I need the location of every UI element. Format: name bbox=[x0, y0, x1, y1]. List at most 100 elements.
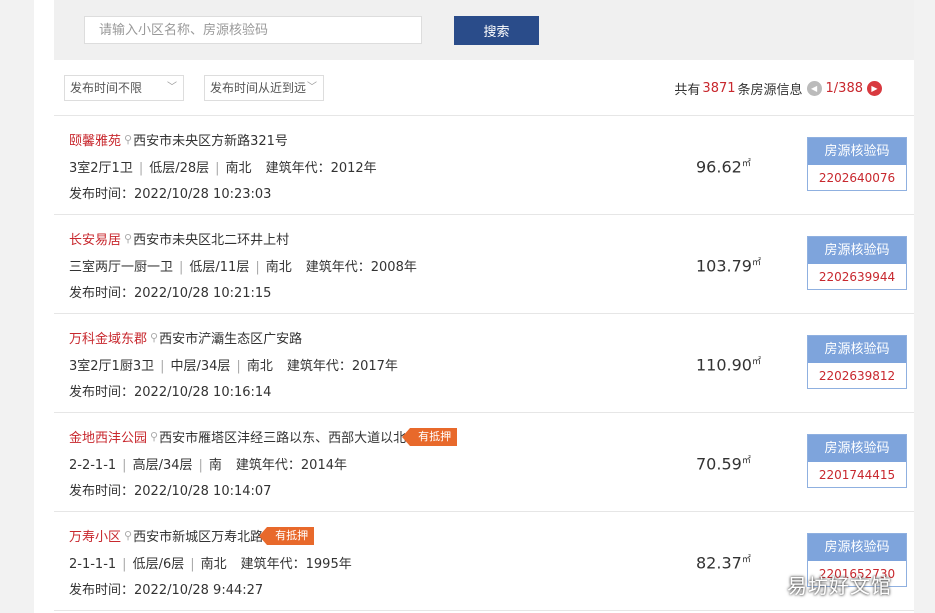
floor-level: 低层/11层 bbox=[189, 260, 250, 275]
divider: | bbox=[122, 458, 127, 473]
listing-row[interactable]: 万科金域东郡 ⚲ 西安市浐灞生态区广安路 3室2厅1厨3卫 | 中层/34层 | 南北 建筑年代… bbox=[54, 314, 914, 413]
listing-area: 110.90㎡ bbox=[696, 354, 761, 374]
chevron-down-icon: ﹀ bbox=[307, 82, 317, 93]
divider: | bbox=[138, 161, 144, 176]
listing-row[interactable]: 长安易居 ⚲ 西安市未央区北二环井上村 三室两厅一厨一卫 | 低层/11层 | 南北 建筑年代：… bbox=[54, 215, 914, 314]
listing-info: 3室2厅1厨3卫 | 中层/34层 | 南北 建筑年代：2017年 bbox=[69, 355, 398, 374]
summary-suffix: 条房源信息 bbox=[737, 83, 803, 98]
verify-code-box[interactable]: 房源核验码 2202640076 bbox=[807, 137, 907, 191]
floor-level: 高层/34层 bbox=[132, 458, 193, 473]
area-value: 82.37 bbox=[696, 553, 742, 573]
area-value: 103.79 bbox=[696, 256, 752, 276]
room-layout: 3室2厅1厨3卫 bbox=[69, 359, 155, 374]
listing-title: 颐馨雅苑 ⚲ 西安市未央区方新路321号 bbox=[69, 130, 288, 149]
listing-address: 西安市未央区方新路321号 bbox=[133, 134, 288, 149]
prev-page-icon[interactable]: ◀ bbox=[806, 81, 822, 96]
build-year: 建筑年代：2014年 bbox=[235, 458, 347, 473]
page: 搜索 发布时间不限 ﹀ 发布时间从近到远 ﹀ 共有 3871 条房源信息 ◀ 1… bbox=[34, 0, 914, 613]
time-filter-label: 发布时间不限 bbox=[70, 81, 143, 95]
area-unit: ㎡ bbox=[741, 555, 751, 565]
community-name-link[interactable]: 长安易居 bbox=[69, 229, 121, 248]
mortgage-tag: 有抵押 bbox=[259, 526, 315, 545]
listing-title: 金地西沣公园 ⚲ 西安市雁塔区沣经三路以东、西部大道以北 有抵押 bbox=[69, 427, 458, 446]
community-name-link[interactable]: 万科金域东郡 bbox=[69, 328, 147, 347]
result-summary: 共有 3871 条房源信息 ◀ 1/388 ▶ bbox=[674, 79, 886, 98]
room-layout: 2-1-1-1 bbox=[69, 557, 117, 572]
orientation: 南北 bbox=[200, 557, 227, 572]
area-value: 110.90 bbox=[696, 355, 752, 375]
divider: | bbox=[236, 359, 241, 374]
next-page-icon[interactable]: ▶ bbox=[867, 81, 882, 96]
search-input[interactable] bbox=[84, 16, 422, 44]
filter-bar: 发布时间不限 ﹀ 发布时间从近到远 ﹀ 共有 3871 条房源信息 ◀ 1/38… bbox=[54, 61, 914, 116]
search-button[interactable]: 搜索 bbox=[454, 16, 539, 45]
chevron-down-icon: ﹀ bbox=[167, 82, 177, 93]
verify-code-value: 2201744415 bbox=[818, 468, 896, 482]
divider: | bbox=[198, 458, 203, 473]
sort-order-select[interactable]: 发布时间从近到远 ﹀ bbox=[204, 75, 324, 101]
listing-title: 万科金域东郡 ⚲ 西安市浐灞生态区广安路 bbox=[69, 328, 302, 347]
listing-title: 长安易居 ⚲ 西安市未央区北二环井上村 bbox=[69, 229, 289, 248]
build-year: 建筑年代：2008年 bbox=[305, 260, 417, 275]
build-year: 建筑年代：1995年 bbox=[240, 557, 352, 572]
summary-prefix: 共有 bbox=[674, 83, 701, 98]
result-count: 3871 bbox=[702, 81, 736, 96]
divider: | bbox=[255, 260, 260, 275]
publish-time: 发布时间：2022/10/28 10:21:15 bbox=[69, 286, 272, 301]
floor-level: 中层/34层 bbox=[170, 359, 231, 374]
community-name-link[interactable]: 万寿小区 bbox=[69, 526, 121, 545]
watermark: 易坊好文馆 bbox=[787, 574, 892, 598]
listing-area: 103.79㎡ bbox=[696, 255, 761, 275]
listing-row[interactable]: 金地西沣公园 ⚲ 西安市雁塔区沣经三路以东、西部大道以北 有抵押 2-2-1-1 | 高层/… bbox=[54, 413, 914, 512]
area-unit: ㎡ bbox=[741, 456, 751, 466]
community-name-link[interactable]: 颐馨雅苑 bbox=[69, 130, 121, 149]
listing-area: 82.37㎡ bbox=[696, 552, 751, 572]
orientation: 南 bbox=[208, 458, 222, 473]
verify-code-label: 房源核验码 bbox=[808, 534, 906, 561]
location-pin-icon: ⚲ bbox=[150, 430, 159, 443]
build-year: 建筑年代：2017年 bbox=[286, 359, 398, 374]
verify-code-label: 房源核验码 bbox=[808, 237, 906, 264]
verify-code-value: 2202639812 bbox=[818, 369, 896, 383]
divider: | bbox=[179, 260, 184, 275]
publish-time: 发布时间：2022/10/28 10:23:03 bbox=[69, 187, 272, 202]
divider: | bbox=[190, 557, 195, 572]
location-pin-icon: ⚲ bbox=[124, 529, 133, 542]
verify-code-label: 房源核验码 bbox=[808, 435, 906, 462]
room-layout: 2-2-1-1 bbox=[69, 458, 117, 473]
location-pin-icon: ⚲ bbox=[150, 331, 159, 344]
verify-code-box[interactable]: 房源核验码 2201744415 bbox=[807, 434, 907, 488]
area-value: 70.59 bbox=[696, 454, 742, 474]
location-pin-icon: ⚲ bbox=[124, 232, 133, 245]
publish-time: 发布时间：2022/10/28 10:14:07 bbox=[69, 484, 272, 499]
divider: | bbox=[215, 161, 220, 176]
listing-info: 2-2-1-1 | 高层/34层 | 南建筑年代：2014年 bbox=[69, 454, 347, 473]
listing-address: 西安市浐灞生态区广安路 bbox=[159, 332, 303, 347]
orientation: 南北 bbox=[246, 359, 273, 374]
sort-order-label: 发布时间从近到远 bbox=[210, 81, 307, 95]
publish-time: 发布时间：2022/10/28 9:44:27 bbox=[69, 583, 264, 598]
listing-info: 3室2厅1卫 | 低层/28层 | 南北 建筑年代：2012年 bbox=[69, 157, 377, 176]
area-unit: ㎡ bbox=[751, 258, 761, 268]
area-unit: ㎡ bbox=[741, 159, 751, 169]
listing-row[interactable]: 颐馨雅苑 ⚲ 西安市未央区方新路321号 3室2厅1卫 | 低层/28层 | 南北 建筑年代：2… bbox=[54, 116, 914, 215]
listing-info: 三室两厅一厨一卫 | 低层/11层 | 南北 建筑年代：2008年 bbox=[69, 256, 417, 275]
publish-time: 发布时间：2022/10/28 10:16:14 bbox=[69, 385, 272, 400]
orientation: 南北 bbox=[265, 260, 292, 275]
build-year: 建筑年代：2012年 bbox=[265, 161, 377, 176]
verify-code-box[interactable]: 房源核验码 2202639812 bbox=[807, 335, 907, 389]
verify-code-box[interactable]: 房源核验码 2202639944 bbox=[807, 236, 907, 290]
location-pin-icon: ⚲ bbox=[124, 133, 133, 146]
floor-level: 低层/6层 bbox=[132, 557, 185, 572]
listing-info: 2-1-1-1 | 低层/6层 | 南北 建筑年代：1995年 bbox=[69, 553, 352, 572]
page-indicator: 1/388 bbox=[825, 81, 863, 96]
search-bar: 搜索 bbox=[54, 0, 914, 60]
listing-title: 万寿小区 ⚲ 西安市新城区万寿北路 有抵押 bbox=[69, 526, 315, 545]
time-filter-select[interactable]: 发布时间不限 ﹀ bbox=[64, 75, 184, 101]
listing-area: 96.62㎡ bbox=[696, 156, 751, 176]
floor-level: 低层/28层 bbox=[149, 161, 210, 176]
community-name-link[interactable]: 金地西沣公园 bbox=[69, 427, 147, 446]
verify-code-label: 房源核验码 bbox=[808, 138, 906, 165]
listing-row[interactable]: 万寿小区 ⚲ 西安市新城区万寿北路 有抵押 2-1-1-1 | 低层/6层 | 南北 建筑年代：1… bbox=[54, 512, 914, 611]
listing-address: 西安市未央区北二环井上村 bbox=[133, 233, 290, 248]
